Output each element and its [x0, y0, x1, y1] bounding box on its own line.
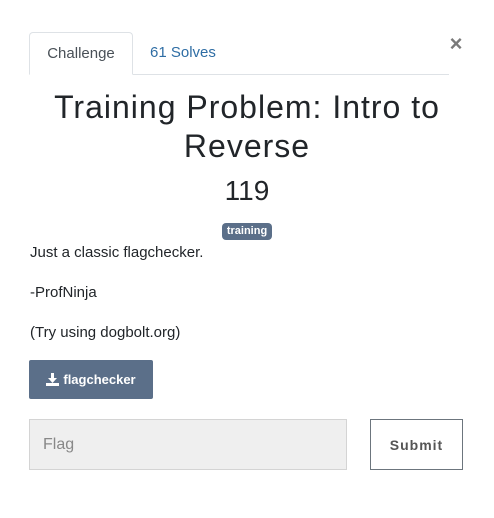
tab-solves[interactable]: 61 Solves	[150, 32, 216, 74]
download-file-button[interactable]: flagchecker	[29, 360, 153, 399]
submit-button[interactable]: Submit	[370, 419, 463, 470]
tag-container: training	[0, 221, 494, 240]
tab-challenge[interactable]: Challenge	[29, 32, 133, 75]
description-line: Just a classic flagchecker.	[30, 244, 204, 261]
description-line: (Try using dogbolt.org)	[30, 324, 181, 341]
challenge-points: 119	[224, 175, 270, 206]
description-line: -ProfNinja	[30, 284, 97, 301]
challenge-tabs: Challenge 61 Solves	[29, 32, 449, 75]
download-icon	[46, 373, 60, 386]
close-icon[interactable]: ×	[446, 33, 466, 55]
flag-input[interactable]	[29, 419, 347, 470]
download-file-label: flagchecker	[63, 372, 136, 387]
tag-badge: training	[221, 223, 273, 240]
challenge-title: Training Problem: Intro to Reverse	[54, 89, 440, 164]
